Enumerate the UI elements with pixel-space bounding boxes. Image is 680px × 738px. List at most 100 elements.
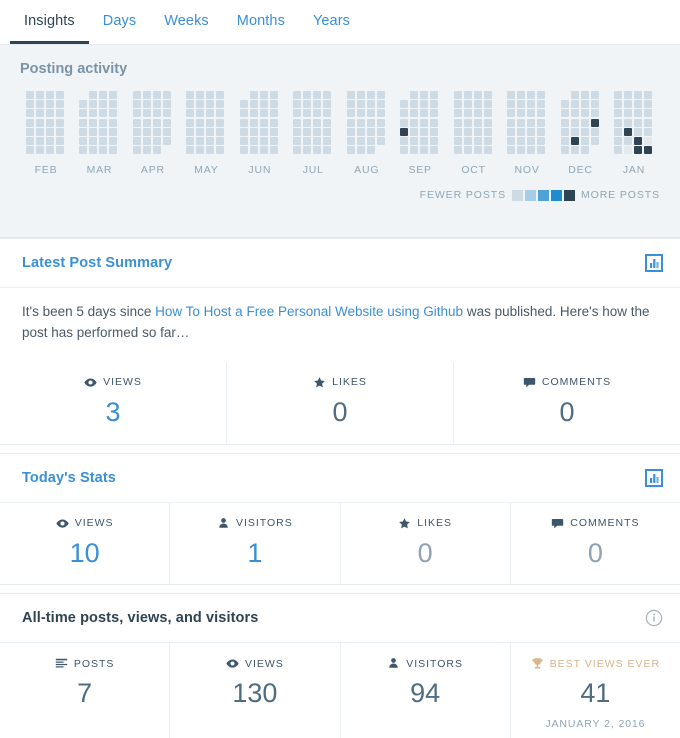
heatmap-month-mar[interactable]: MAR xyxy=(79,91,119,176)
heatmap-cell[interactable] xyxy=(303,100,312,109)
heatmap-cell[interactable] xyxy=(89,136,98,145)
heatmap-cell[interactable] xyxy=(376,127,385,136)
heatmap-cell[interactable] xyxy=(206,146,215,155)
heatmap-cell[interactable] xyxy=(142,118,151,127)
heatmap-cell[interactable] xyxy=(99,109,108,118)
heatmap-cell[interactable] xyxy=(79,146,88,155)
heatmap-cell[interactable] xyxy=(293,136,302,145)
heatmap-cell[interactable] xyxy=(186,127,195,136)
heatmap-cell[interactable] xyxy=(163,146,171,154)
heatmap-cell[interactable] xyxy=(99,118,108,127)
heatmap-cell[interactable] xyxy=(527,109,536,118)
heatmap-cell[interactable] xyxy=(323,109,332,118)
stat-posts[interactable]: POSTS 7 xyxy=(0,643,171,738)
heatmap-cell[interactable] xyxy=(26,100,34,109)
heatmap-cell[interactable] xyxy=(249,127,258,136)
heatmap-cell[interactable] xyxy=(293,100,302,109)
heatmap-cell[interactable] xyxy=(26,136,34,145)
heatmap-cell[interactable] xyxy=(507,109,516,118)
heatmap-cell[interactable] xyxy=(56,100,64,109)
heatmap-cell[interactable] xyxy=(89,118,98,127)
heatmap-cell[interactable] xyxy=(483,127,492,136)
heatmap-cell[interactable] xyxy=(420,100,429,109)
heatmap-cell[interactable] xyxy=(186,109,195,118)
heatmap-cell[interactable] xyxy=(216,146,225,155)
heatmap-cell[interactable] xyxy=(590,118,599,127)
heatmap-cell[interactable] xyxy=(527,136,536,145)
heatmap-cell[interactable] xyxy=(249,91,258,99)
heatmap-cell[interactable] xyxy=(366,146,375,155)
heatmap-cell[interactable] xyxy=(356,136,365,145)
heatmap-cell[interactable] xyxy=(206,136,215,145)
heatmap-cell[interactable] xyxy=(240,91,248,99)
heatmap-cell[interactable] xyxy=(303,136,312,145)
heatmap-cell[interactable] xyxy=(109,127,118,136)
heatmap-cell[interactable] xyxy=(196,91,205,99)
heatmap-cell[interactable] xyxy=(633,109,642,118)
heatmap-cell[interactable] xyxy=(313,127,322,136)
heatmap-cell[interactable] xyxy=(293,118,302,127)
stat-views[interactable]: VIEWS 130 xyxy=(170,643,341,738)
heatmap-cell[interactable] xyxy=(293,146,302,155)
stat-likes[interactable]: LIKES 0 xyxy=(341,502,511,585)
heatmap-cell[interactable] xyxy=(196,118,205,127)
heatmap-cell[interactable] xyxy=(633,146,642,155)
heatmap-cell[interactable] xyxy=(293,91,302,99)
heatmap-cell[interactable] xyxy=(430,109,439,118)
heatmap-cell[interactable] xyxy=(623,136,632,145)
heatmap-cell[interactable] xyxy=(216,109,225,118)
heatmap-cell[interactable] xyxy=(537,109,546,118)
heatmap-cell[interactable] xyxy=(346,127,355,136)
heatmap-cell[interactable] xyxy=(46,100,54,109)
heatmap-cell[interactable] xyxy=(613,136,622,145)
heatmap-cell[interactable] xyxy=(99,136,108,145)
heatmap-cell[interactable] xyxy=(453,100,462,109)
heatmap-cell[interactable] xyxy=(356,127,365,136)
heatmap-cell[interactable] xyxy=(269,100,278,109)
heatmap-month-jan[interactable]: JAN xyxy=(613,91,654,176)
heatmap-cell[interactable] xyxy=(259,127,268,136)
heatmap-cell[interactable] xyxy=(239,127,248,136)
heatmap-cell[interactable] xyxy=(323,127,332,136)
heatmap-cell[interactable] xyxy=(323,100,332,109)
heatmap-cell[interactable] xyxy=(323,136,332,145)
heatmap-month-sep[interactable]: SEP xyxy=(400,91,440,176)
heatmap-cell[interactable] xyxy=(400,100,409,109)
heatmap-cell[interactable] xyxy=(162,127,171,136)
heatmap-cell[interactable] xyxy=(463,118,472,127)
heatmap-cell[interactable] xyxy=(196,109,205,118)
heatmap-cell[interactable] xyxy=(453,91,462,99)
heatmap-cell[interactable] xyxy=(216,136,225,145)
heatmap-cell[interactable] xyxy=(346,109,355,118)
heatmap-cell[interactable] xyxy=(162,91,171,99)
heatmap-cell[interactable] xyxy=(483,136,492,145)
tab-insights[interactable]: Insights xyxy=(10,0,89,44)
heatmap-cell[interactable] xyxy=(366,136,375,145)
heatmap-cell[interactable] xyxy=(570,136,579,145)
heatmap-cell[interactable] xyxy=(132,146,141,155)
heatmap-cell[interactable] xyxy=(56,136,64,145)
heatmap-cell[interactable] xyxy=(109,146,118,155)
heatmap-cell[interactable] xyxy=(79,100,88,109)
heatmap-cell[interactable] xyxy=(356,109,365,118)
heatmap-cell[interactable] xyxy=(46,146,54,155)
heatmap-cell[interactable] xyxy=(346,146,355,155)
heatmap-cell[interactable] xyxy=(356,91,365,99)
heatmap-cell[interactable] xyxy=(269,109,278,118)
heatmap-cell[interactable] xyxy=(527,100,536,109)
heatmap-cell[interactable] xyxy=(303,118,312,127)
heatmap-cell[interactable] xyxy=(623,118,632,127)
heatmap-cell[interactable] xyxy=(400,146,409,155)
heatmap-cell[interactable] xyxy=(507,91,516,99)
heatmap-cell[interactable] xyxy=(249,118,258,127)
heatmap-cell[interactable] xyxy=(99,146,108,155)
heatmap-cell[interactable] xyxy=(483,91,492,99)
heatmap-month-nov[interactable]: NOV xyxy=(507,91,547,176)
heatmap-cell[interactable] xyxy=(162,109,171,118)
heatmap-cell[interactable] xyxy=(216,127,225,136)
heatmap-cell[interactable] xyxy=(643,127,652,136)
heatmap-cell[interactable] xyxy=(79,118,88,127)
heatmap-cell[interactable] xyxy=(109,100,118,109)
heatmap-cell[interactable] xyxy=(79,127,88,136)
heatmap-cell[interactable] xyxy=(473,118,482,127)
